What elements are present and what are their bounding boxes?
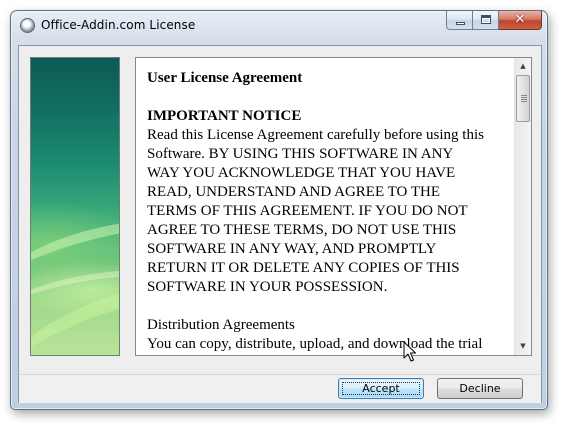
maximize-icon bbox=[481, 15, 491, 24]
license-line: RETURN IT OR DELETE ANY COPIES OF THIS bbox=[147, 260, 460, 276]
license-text-box[interactable]: User License Agreement IMPORTANT NOTICE … bbox=[135, 57, 532, 356]
license-line: AGREE TO THESE TERMS, DO NOT USE THIS bbox=[147, 222, 457, 238]
dialog-client-area: User License Agreement IMPORTANT NOTICE … bbox=[18, 45, 542, 403]
button-bar: Accept Decline bbox=[19, 374, 541, 403]
scroll-down-icon[interactable]: ▼ bbox=[515, 338, 531, 355]
window-title: Office-Addin.com License bbox=[41, 18, 196, 32]
minimize-button[interactable] bbox=[446, 11, 473, 30]
notice-title: IMPORTANT NOTICE bbox=[147, 108, 302, 124]
license-line: SOFTWARE IN ANY WAY, AND PROMPTLY bbox=[147, 241, 437, 257]
license-line: TERMS OF THIS AGREEMENT. IF YOU DO NOT bbox=[147, 203, 468, 219]
scroll-thumb[interactable] bbox=[516, 75, 530, 122]
distribution-line: You can copy, distribute, upload, and do… bbox=[147, 336, 483, 352]
vertical-scrollbar[interactable]: ▲ ▼ bbox=[514, 58, 531, 355]
license-text: User License Agreement IMPORTANT NOTICE … bbox=[147, 69, 509, 354]
license-line: READ, UNDERSTAND AND AGREE TO THE bbox=[147, 184, 440, 200]
maximize-button[interactable] bbox=[473, 11, 499, 30]
caption-buttons: ✕ bbox=[446, 11, 542, 30]
license-line: WAY YOU ACKNOWLEDGE THAT YOU HAVE bbox=[147, 165, 456, 181]
decline-button[interactable]: Decline bbox=[437, 378, 523, 399]
license-heading: User License Agreement bbox=[147, 70, 303, 86]
app-icon bbox=[20, 18, 35, 33]
scroll-up-icon[interactable]: ▲ bbox=[515, 58, 531, 75]
mouse-pointer-icon bbox=[403, 341, 416, 362]
minimize-icon bbox=[456, 22, 465, 25]
title-bar[interactable]: Office-Addin.com License ✕ bbox=[11, 11, 547, 39]
license-window: Office-Addin.com License ✕ User License … bbox=[10, 10, 548, 410]
decline-label: Decline bbox=[459, 382, 501, 395]
close-icon: ✕ bbox=[514, 12, 526, 27]
distribution-title: Distribution Agreements bbox=[147, 317, 295, 333]
accept-button[interactable]: Accept bbox=[338, 378, 424, 399]
license-line: SOFTWARE IN YOUR POSSESSION. bbox=[147, 279, 388, 295]
side-banner-image bbox=[30, 57, 120, 356]
close-button[interactable]: ✕ bbox=[499, 11, 542, 30]
license-line: Software. BY USING THIS SOFTWARE IN ANY bbox=[147, 146, 454, 162]
license-line: Read this License Agreement carefully be… bbox=[147, 127, 484, 143]
